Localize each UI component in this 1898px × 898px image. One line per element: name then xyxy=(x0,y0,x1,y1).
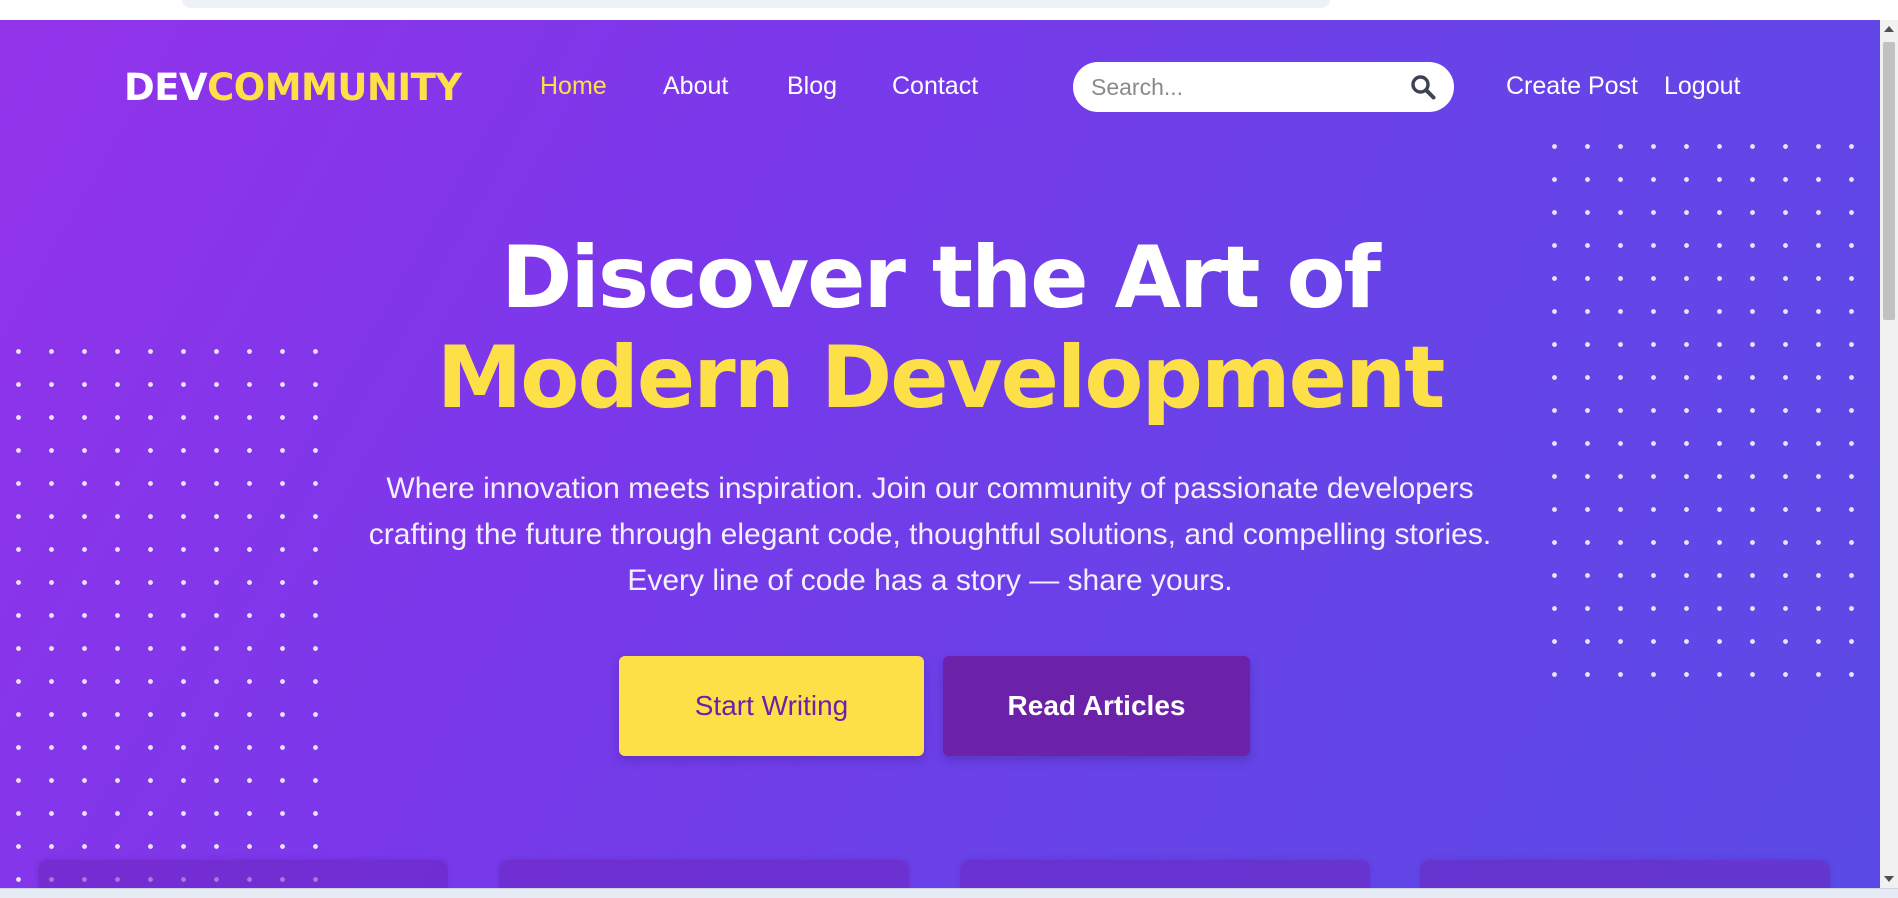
nav-link-home[interactable]: Home xyxy=(540,72,607,101)
search-icon[interactable] xyxy=(1410,74,1436,100)
site-logo[interactable]: DEVCOMMUNITY xyxy=(124,66,462,109)
logout-link[interactable]: Logout xyxy=(1664,72,1740,101)
search-input[interactable] xyxy=(1091,72,1391,102)
hero-description: Where innovation meets inspiration. Join… xyxy=(290,466,1570,604)
scroll-down-arrow-icon[interactable] xyxy=(1884,876,1894,882)
hero-description-line: Where innovation meets inspiration. Join… xyxy=(386,472,1474,505)
page-scrollbar[interactable] xyxy=(1880,20,1898,888)
hero-description-line: Every line of code has a story — share y… xyxy=(627,564,1233,597)
hero-description-line: crafting the future through elegant code… xyxy=(368,518,1492,551)
nav-link-blog[interactable]: Blog xyxy=(787,72,837,101)
logo-text-community: COMMUNITY xyxy=(207,66,462,109)
article-card[interactable] xyxy=(499,860,909,888)
browser-chrome-bottom xyxy=(0,888,1898,898)
hero-title-line2: Modern Development xyxy=(436,328,1446,428)
search-box xyxy=(1073,62,1454,112)
nav-link-about[interactable]: About xyxy=(663,72,728,101)
hero-title: Discover the Art of Modern Development xyxy=(0,228,1880,428)
address-bar[interactable] xyxy=(182,0,1330,8)
article-card[interactable] xyxy=(1420,860,1830,888)
start-writing-button[interactable]: Start Writing xyxy=(619,656,924,756)
scrollbar-thumb[interactable] xyxy=(1883,42,1895,320)
logo-text-dev: DEV xyxy=(124,66,208,109)
article-card[interactable] xyxy=(38,860,448,888)
hero-section: DEVCOMMUNITY Home About Blog Contact Cre… xyxy=(0,20,1880,888)
nav-link-contact[interactable]: Contact xyxy=(892,72,978,101)
scroll-up-arrow-icon[interactable] xyxy=(1884,26,1894,32)
read-articles-button[interactable]: Read Articles xyxy=(943,656,1250,756)
create-post-link[interactable]: Create Post xyxy=(1506,72,1638,101)
browser-chrome-top xyxy=(0,0,1898,20)
article-card[interactable] xyxy=(960,860,1370,888)
hero-title-line1: Discover the Art of xyxy=(501,228,1381,328)
